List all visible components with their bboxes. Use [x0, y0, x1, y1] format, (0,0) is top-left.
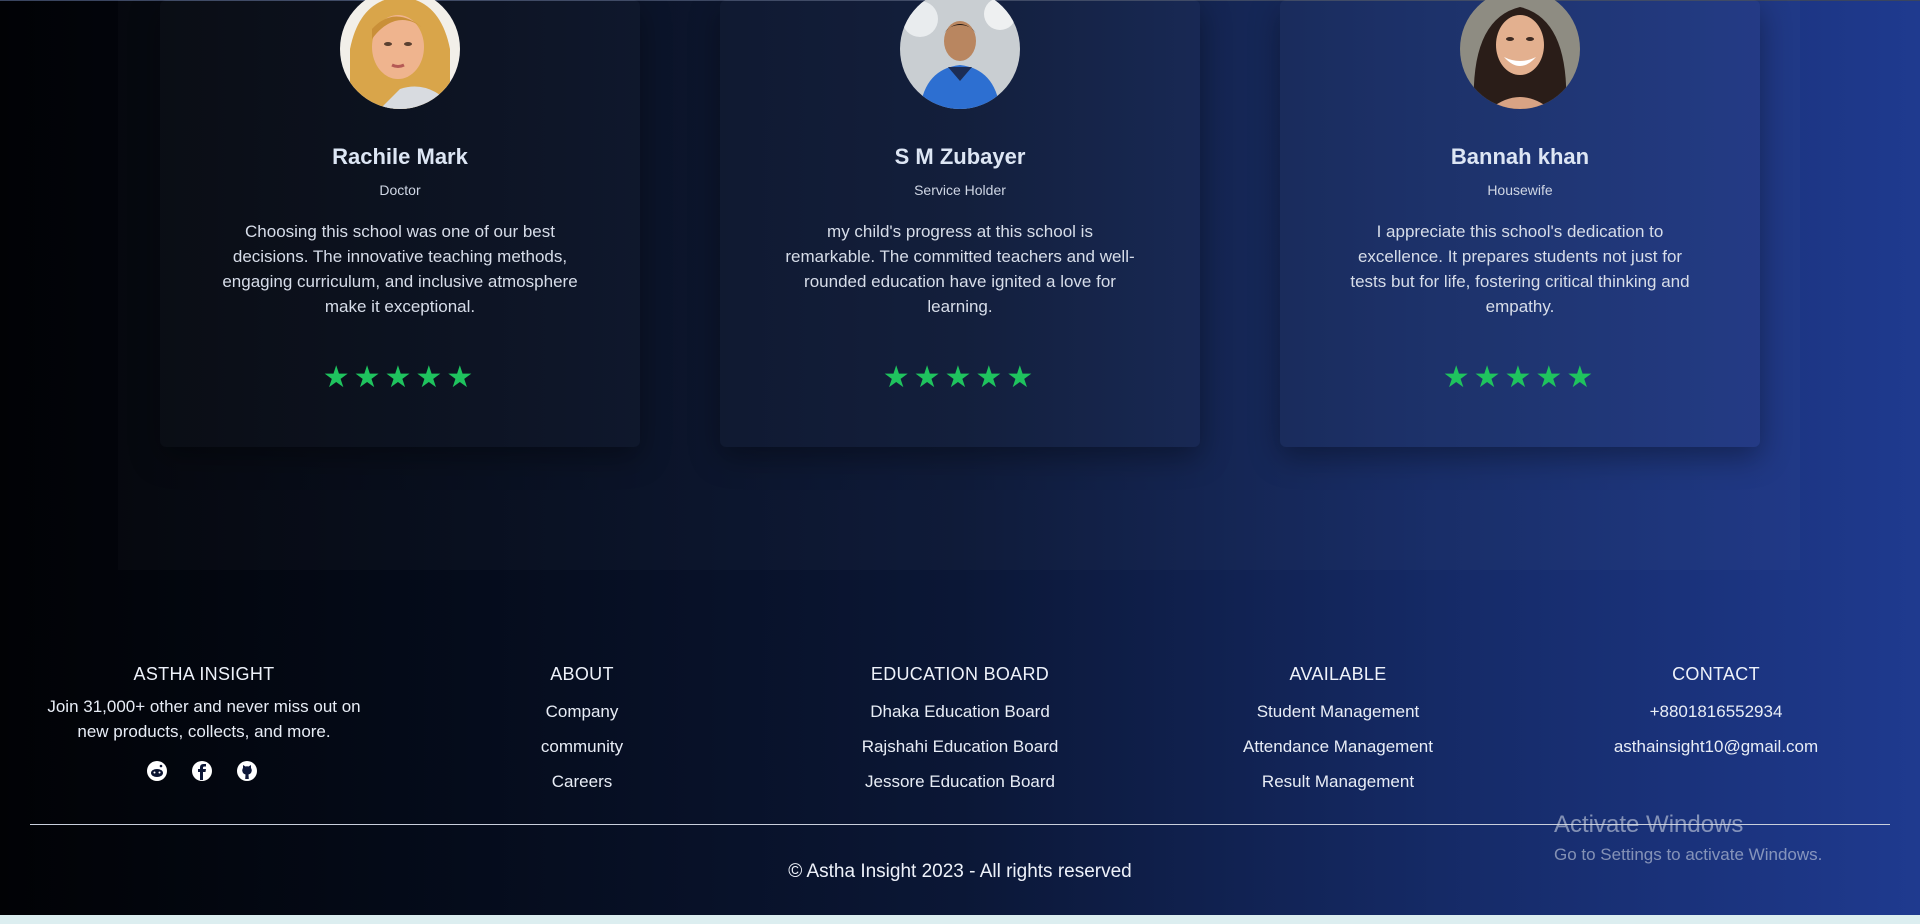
- footer-link-result-management[interactable]: Result Management: [1168, 764, 1508, 799]
- star-rating: ★★★★★: [882, 361, 1038, 394]
- footer-link-careers[interactable]: Careers: [412, 764, 752, 799]
- testimonial-card: Bannah khan Housewife I appreciate this …: [1280, 0, 1760, 447]
- footer-link-attendance-management[interactable]: Attendance Management: [1168, 729, 1508, 764]
- footer-link-jessore[interactable]: Jessore Education Board: [790, 764, 1130, 799]
- watermark-subtitle: Go to Settings to activate Windows.: [1554, 845, 1823, 864]
- testimonial-text: I appreciate this school's dedication to…: [1350, 222, 1690, 316]
- social-links: [146, 760, 258, 782]
- watermark-title: Activate Windows: [1554, 811, 1744, 838]
- footer-education-board: EDUCATION BOARD Dhaka Education Board Ra…: [790, 664, 1130, 799]
- page: Rachile Mark Doctor Choosing this school…: [0, 0, 1920, 915]
- github-icon[interactable]: [236, 760, 258, 782]
- footer-contact-heading: CONTACT: [1672, 664, 1760, 684]
- footer-link-company[interactable]: Company: [412, 694, 752, 729]
- testimonial-role: Housewife: [1487, 182, 1553, 198]
- footer-link-rajshahi[interactable]: Rajshahi Education Board: [790, 729, 1130, 764]
- footer-link-community[interactable]: community: [412, 729, 752, 764]
- star-rating: ★★★★★: [322, 361, 478, 394]
- reddit-icon[interactable]: [146, 760, 168, 782]
- testimonial-role: Service Holder: [914, 182, 1006, 198]
- footer-link-student-management[interactable]: Student Management: [1168, 694, 1508, 729]
- testimonial-text: Choosing this school was one of our best…: [222, 222, 578, 316]
- footer-link-dhaka[interactable]: Dhaka Education Board: [790, 694, 1130, 729]
- activate-windows-watermark: Activate Windows Go to Settings to activ…: [1554, 811, 1822, 865]
- facebook-icon[interactable]: [191, 760, 213, 782]
- avatar: [900, 0, 1020, 109]
- testimonial-name: S M Zubayer: [894, 144, 1026, 169]
- footer-education-heading: EDUCATION BOARD: [870, 664, 1050, 684]
- testimonial-text: my child's progress at this school is re…: [785, 222, 1135, 316]
- star-rating: ★★★★★: [1442, 361, 1598, 394]
- footer-contact: CONTACT +8801816552934 asthainsight10@gm…: [1546, 664, 1886, 764]
- testimonial-card: S M Zubayer Service Holder my child's pr…: [720, 0, 1200, 447]
- footer-available: AVAILABLE Student Management Attendance …: [1168, 664, 1508, 799]
- footer-about-heading: ABOUT: [550, 664, 614, 684]
- footer-available-heading: AVAILABLE: [1289, 664, 1387, 684]
- avatar: [340, 0, 460, 109]
- testimonial-card: Rachile Mark Doctor Choosing this school…: [160, 0, 640, 447]
- testimonial-name: Rachile Mark: [332, 144, 468, 169]
- testimonial-name: Bannah khan: [1450, 144, 1590, 169]
- footer-brand-heading: ASTHA INSIGHT: [133, 664, 275, 684]
- testimonial-role: Doctor: [379, 182, 421, 198]
- footer-brand: ASTHA INSIGHT Join 31,000+ other and nev…: [34, 664, 374, 744]
- footer-phone[interactable]: +8801816552934: [1546, 694, 1886, 729]
- footer-about: ABOUT Company community Careers: [412, 664, 752, 799]
- avatar: [1460, 0, 1580, 109]
- footer-tagline: Join 31,000+ other and never miss out on…: [47, 697, 361, 741]
- footer-email[interactable]: asthainsight10@gmail.com: [1546, 729, 1886, 764]
